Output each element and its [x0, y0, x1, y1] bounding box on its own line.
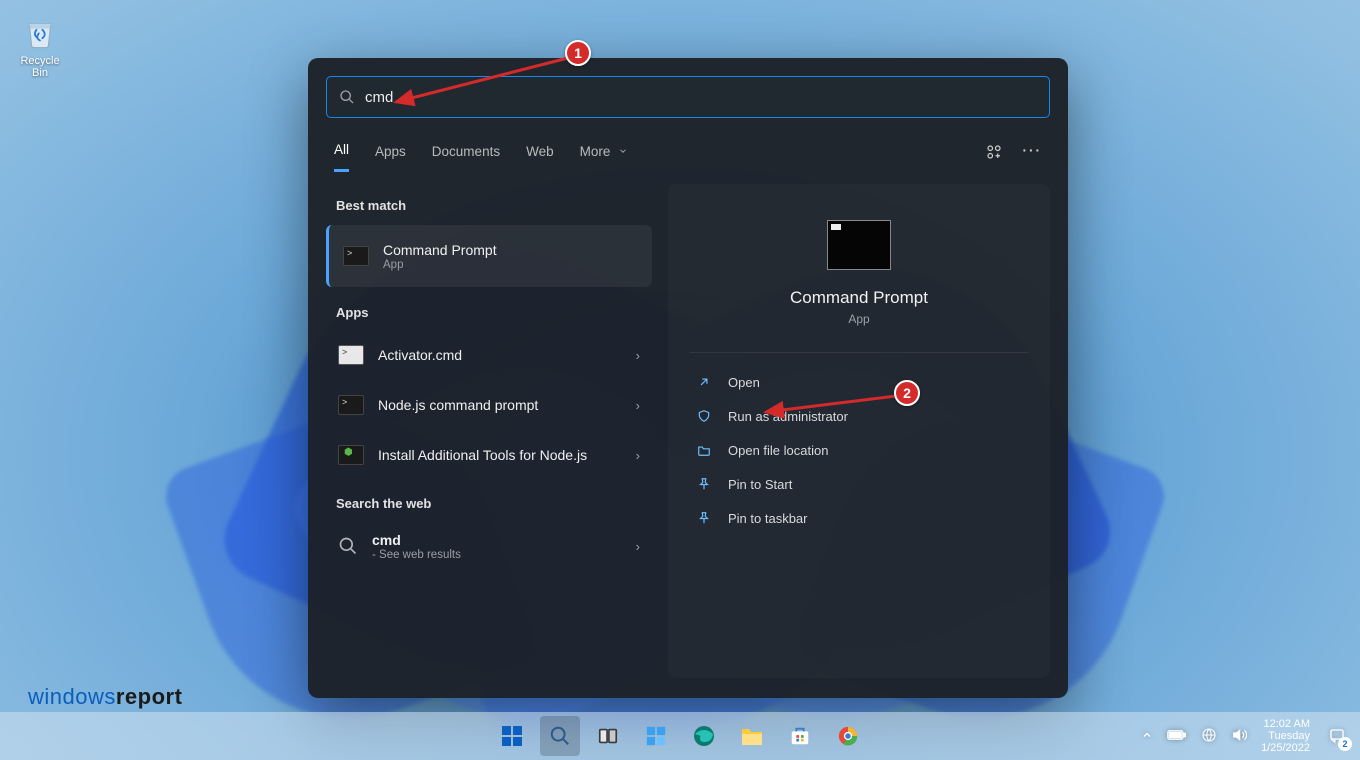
chrome-icon	[837, 725, 859, 747]
result-best-command-prompt[interactable]: Command Prompt App	[326, 225, 652, 287]
preview-pane: Command Prompt App Open Run as administr…	[668, 184, 1050, 678]
start-button[interactable]	[492, 716, 532, 756]
widgets-button[interactable]	[636, 716, 676, 756]
nodejs-icon	[338, 445, 364, 465]
open-icon	[696, 374, 712, 390]
divider	[690, 352, 1028, 353]
task-view-icon	[597, 725, 619, 747]
command-prompt-icon	[338, 395, 364, 415]
chrome-button[interactable]	[828, 716, 868, 756]
taskbar: 12:02 AM Tuesday 1/25/2022 2	[0, 712, 1360, 760]
edge-icon	[692, 724, 716, 748]
battery-icon[interactable]	[1167, 728, 1187, 745]
tab-documents[interactable]: Documents	[432, 136, 500, 171]
tab-apps[interactable]: Apps	[375, 136, 406, 171]
preview-title: Command Prompt	[668, 288, 1050, 308]
result-nodejs-tools[interactable]: Install Additional Tools for Node.js ›	[326, 432, 652, 478]
notifications-button[interactable]: 2	[1324, 723, 1350, 749]
more-options-icon[interactable]: ···	[1023, 143, 1043, 164]
taskbar-clock[interactable]: 12:02 AM Tuesday 1/25/2022	[1261, 718, 1310, 754]
chevron-right-icon: ›	[636, 448, 640, 463]
tab-more[interactable]: More	[580, 136, 629, 171]
file-explorer-button[interactable]	[732, 716, 772, 756]
search-icon	[549, 725, 571, 747]
result-activator-cmd[interactable]: Activator.cmd ›	[326, 332, 652, 378]
action-open-location[interactable]: Open file location	[682, 433, 1036, 467]
results-column: Best match Command Prompt App Apps Activ…	[326, 184, 652, 678]
taskbar-search-button[interactable]	[540, 716, 580, 756]
result-web-cmd[interactable]: cmd - See web results ›	[326, 523, 652, 569]
action-pin-taskbar[interactable]: Pin to taskbar	[682, 501, 1036, 535]
microsoft-store-button[interactable]	[780, 716, 820, 756]
quick-settings-icon[interactable]	[985, 143, 1003, 164]
cmd-file-icon	[338, 345, 364, 365]
folder-icon	[696, 442, 712, 458]
search-icon	[339, 89, 355, 105]
folder-icon	[740, 725, 764, 747]
network-icon[interactable]	[1201, 727, 1217, 746]
annotation-badge-1: 1	[565, 40, 591, 66]
action-run-admin[interactable]: Run as administrator	[682, 399, 1036, 433]
result-nodejs-cmd[interactable]: Node.js command prompt ›	[326, 382, 652, 428]
command-prompt-icon	[343, 246, 369, 266]
windows-logo-icon	[500, 724, 524, 748]
task-view-button[interactable]	[588, 716, 628, 756]
tray-chevron-icon[interactable]	[1141, 729, 1153, 744]
tab-all[interactable]: All	[334, 134, 349, 172]
recycle-bin-icon	[21, 12, 59, 50]
pin-icon	[696, 510, 712, 526]
shield-icon	[696, 408, 712, 424]
search-tabs: All Apps Documents Web More ···	[308, 128, 1068, 172]
start-search-panel: All Apps Documents Web More ··· Best mat…	[308, 58, 1068, 698]
tab-web[interactable]: Web	[526, 136, 554, 171]
system-tray: 12:02 AM Tuesday 1/25/2022 2	[1141, 718, 1360, 754]
chevron-right-icon: ›	[636, 348, 640, 363]
search-input[interactable]	[365, 89, 1037, 106]
section-best-match: Best match	[326, 184, 652, 221]
chevron-right-icon: ›	[636, 539, 640, 554]
chevron-down-icon	[618, 146, 628, 156]
desktop-icon-label: Recycle Bin	[12, 55, 68, 79]
action-open[interactable]: Open	[682, 365, 1036, 399]
search-icon	[338, 536, 358, 556]
section-apps: Apps	[326, 291, 652, 328]
desktop-icon-recycle-bin[interactable]: Recycle Bin	[12, 12, 68, 79]
action-pin-start[interactable]: Pin to Start	[682, 467, 1036, 501]
volume-icon[interactable]	[1231, 727, 1247, 746]
annotation-badge-2: 2	[894, 380, 920, 406]
widgets-icon	[645, 725, 667, 747]
search-box[interactable]	[326, 76, 1050, 118]
section-search-web: Search the web	[326, 482, 652, 519]
pin-icon	[696, 476, 712, 492]
store-icon	[789, 725, 811, 747]
command-prompt-large-icon	[827, 220, 891, 270]
edge-button[interactable]	[684, 716, 724, 756]
watermark: windowsreport	[28, 684, 182, 710]
chevron-right-icon: ›	[636, 398, 640, 413]
preview-subtitle: App	[668, 312, 1050, 326]
